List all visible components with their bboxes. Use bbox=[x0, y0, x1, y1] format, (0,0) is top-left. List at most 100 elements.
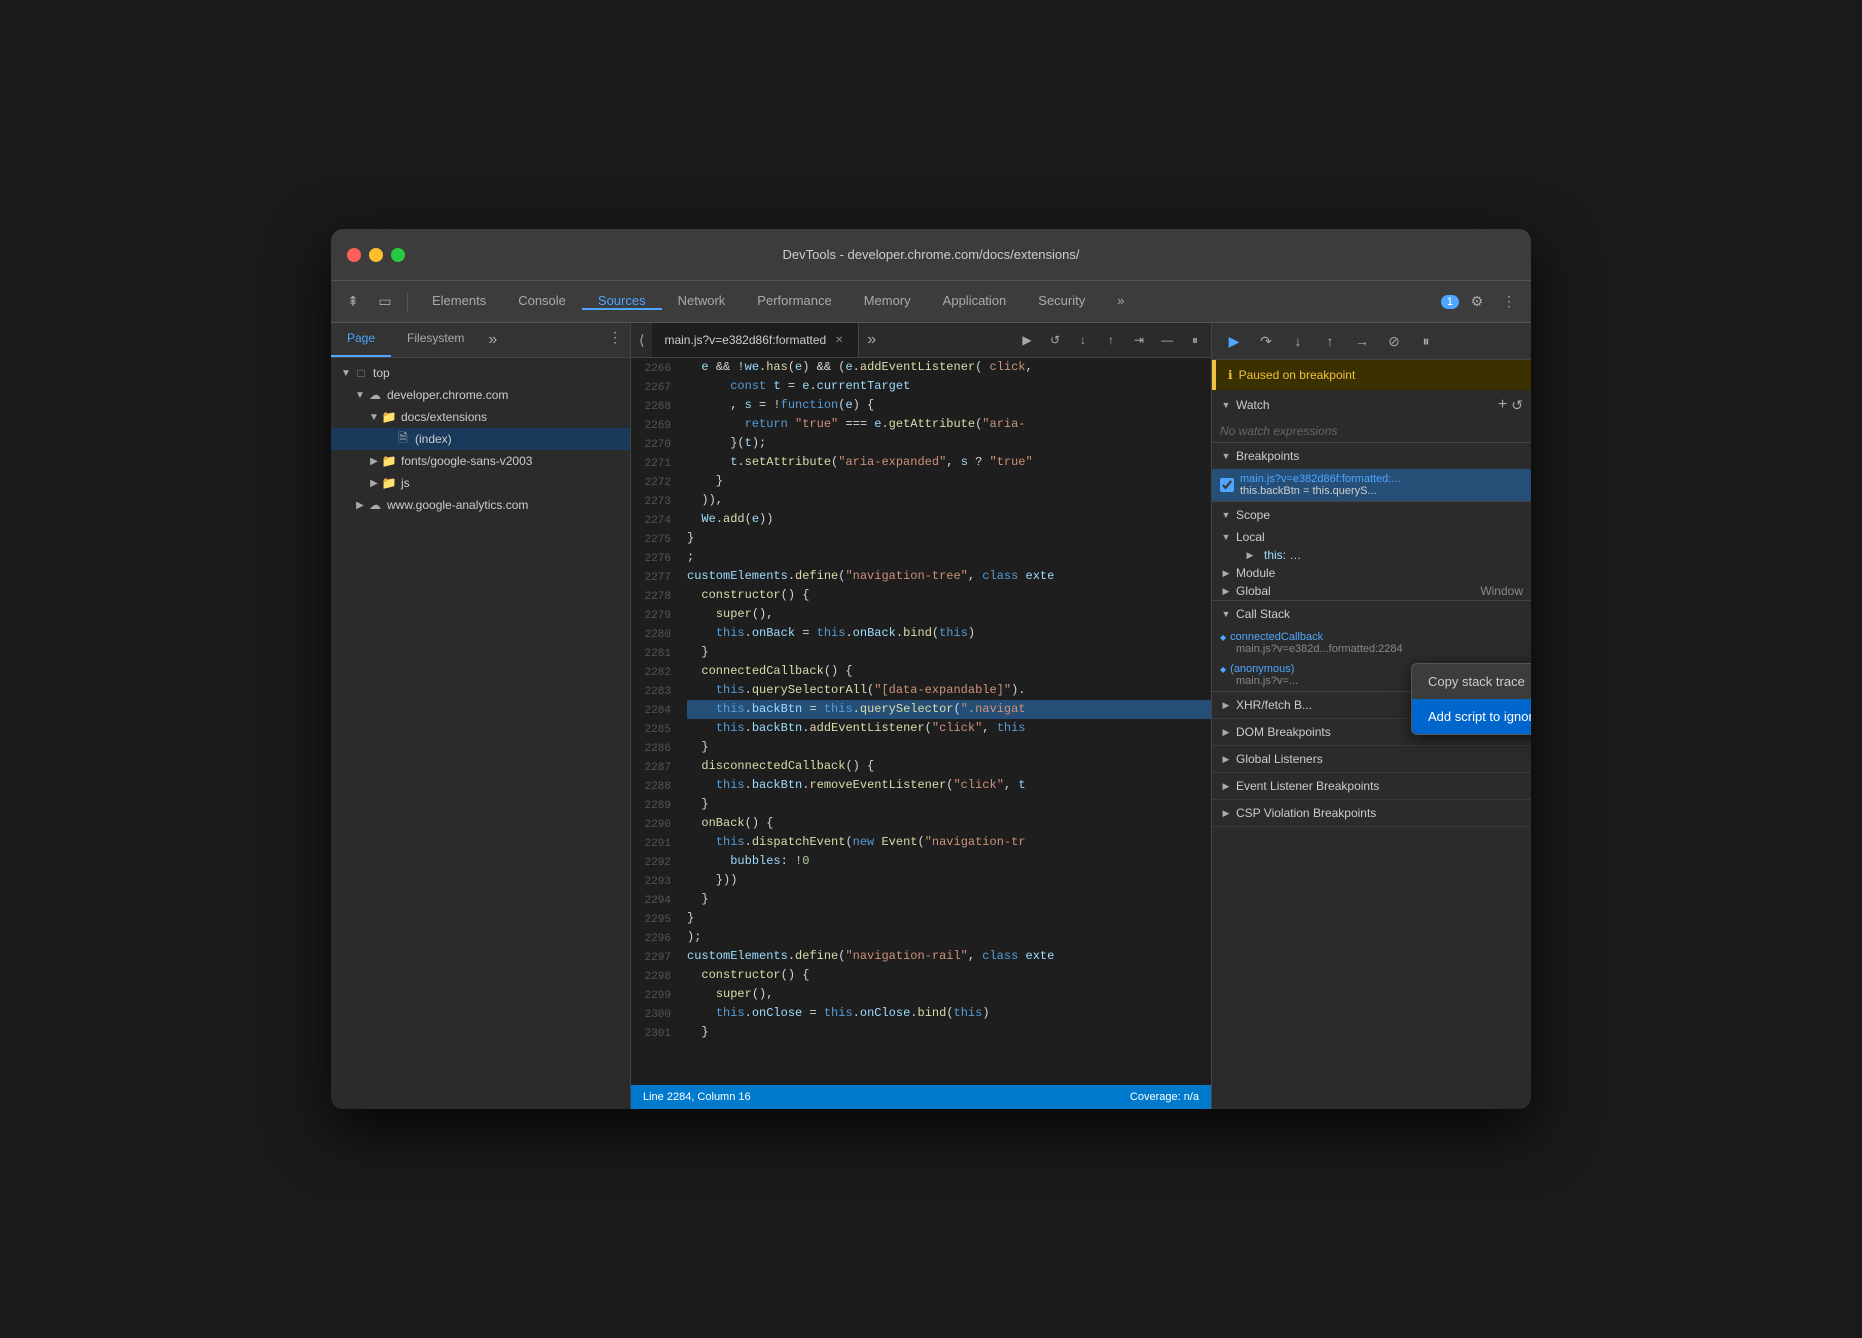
more-options-icon[interactable]: ⋮ bbox=[1495, 288, 1523, 316]
folder-icon: □ bbox=[353, 365, 369, 381]
step-out-icon[interactable]: ↓ bbox=[1071, 328, 1095, 352]
tree-label-analytics: www.google-analytics.com bbox=[387, 498, 528, 512]
tab-memory[interactable]: Memory bbox=[848, 293, 927, 310]
code-2283: this.querySelectorAll("[data-expandable]… bbox=[687, 681, 1211, 700]
deactivate-icon[interactable]: — bbox=[1155, 328, 1179, 352]
add-to-ignore-item[interactable]: Add script to ignore list bbox=[1412, 699, 1531, 734]
module-arrow: ▶ bbox=[1220, 567, 1232, 579]
event-listener-header[interactable]: ▶ Event Listener Breakpoints bbox=[1212, 773, 1531, 799]
code-2277: customElements.define("navigation-tree",… bbox=[687, 567, 1211, 586]
breakpoints-label: Breakpoints bbox=[1236, 449, 1299, 463]
tree-label-fonts: fonts/google-sans-v2003 bbox=[401, 454, 532, 468]
tab-elements[interactable]: Elements bbox=[416, 293, 502, 310]
editor-tabs: ⟨ main.js?v=e382d86f:formatted ✕ » ▶ ↺ ↓… bbox=[631, 323, 1211, 358]
code-2299: super(), bbox=[687, 985, 1211, 1004]
this-arrow: ▶ bbox=[1244, 549, 1256, 561]
close-button[interactable] bbox=[347, 248, 361, 262]
ln-2288: 2288 bbox=[639, 778, 671, 797]
breakpoints-section: ▼ Breakpoints main.js?v=e382d86f:formatt… bbox=[1212, 443, 1531, 502]
panel-tabs: Page Filesystem » ⋮ bbox=[331, 323, 630, 358]
editor-tab-main[interactable]: main.js?v=e382d86f:formatted ✕ bbox=[652, 323, 859, 357]
breakpoint-item-0[interactable]: main.js?v=e382d86f:formatted:... this.ba… bbox=[1212, 469, 1531, 501]
tree-arrow-fonts: ▶ bbox=[367, 454, 381, 468]
editor-collapse-icon[interactable]: ⟨ bbox=[631, 332, 652, 349]
pause-exceptions-btn[interactable]: ⏸ bbox=[1412, 327, 1440, 355]
tab-page[interactable]: Page bbox=[331, 323, 391, 357]
event-listener-arrow: ▶ bbox=[1220, 780, 1232, 792]
global-listeners-header[interactable]: ▶ Global Listeners bbox=[1212, 746, 1531, 772]
tree-item-top[interactable]: ▼ □ top bbox=[331, 362, 630, 384]
tab-console[interactable]: Console bbox=[502, 293, 582, 310]
tab-application[interactable]: Application bbox=[927, 293, 1023, 310]
breakpoints-arrow: ▼ bbox=[1220, 450, 1232, 462]
tab-performance[interactable]: Performance bbox=[741, 293, 847, 310]
step-into-btn[interactable]: ↓ bbox=[1284, 327, 1312, 355]
panel-menu-icon[interactable]: ⋮ bbox=[600, 323, 630, 357]
local-label: Local bbox=[1236, 530, 1265, 544]
editor-tab-close-icon[interactable]: ✕ bbox=[832, 333, 846, 347]
device-toolbar-icon[interactable]: ▭ bbox=[371, 288, 399, 316]
step-into-icon[interactable]: ▶ bbox=[1015, 328, 1039, 352]
watch-refresh-icon[interactable]: ↺ bbox=[1511, 397, 1523, 414]
scope-arrow: ▼ bbox=[1220, 509, 1232, 521]
scope-header[interactable]: ▼ Scope bbox=[1212, 502, 1531, 528]
ln-2287: 2287 bbox=[639, 759, 671, 778]
tree-item-docs[interactable]: ▼ 📁 docs/extensions bbox=[331, 406, 630, 428]
debug-toolbar: ▶ ↷ ↓ ↑ → ⊘ ⏸ bbox=[1212, 323, 1531, 360]
watch-add-icon[interactable]: + bbox=[1498, 396, 1507, 414]
cursor-position: Line 2284, Column 16 bbox=[643, 1091, 751, 1103]
step-over-btn[interactable]: ↷ bbox=[1252, 327, 1280, 355]
code-2268: , s = !function(e) { bbox=[687, 396, 1211, 415]
resume-btn[interactable]: ▶ bbox=[1220, 327, 1248, 355]
tab-sources[interactable]: Sources bbox=[582, 293, 662, 310]
copy-stack-trace-item[interactable]: Copy stack trace bbox=[1412, 664, 1531, 699]
tree-item-chrome[interactable]: ▼ ☁ developer.chrome.com bbox=[331, 384, 630, 406]
step-continue-icon[interactable]: ⇥ bbox=[1127, 328, 1151, 352]
tab-more[interactable]: » bbox=[1101, 293, 1140, 310]
watch-header[interactable]: ▼ Watch + ↺ bbox=[1212, 390, 1531, 420]
tree-item-js[interactable]: ▶ 📁 js bbox=[331, 472, 630, 494]
scope-module[interactable]: ▶ Module bbox=[1212, 564, 1531, 582]
settings-icon[interactable]: ⚙ bbox=[1463, 288, 1491, 316]
editor-panel: ⟨ main.js?v=e382d86f:formatted ✕ » ▶ ↺ ↓… bbox=[631, 323, 1211, 1109]
breakpoints-header[interactable]: ▼ Breakpoints bbox=[1212, 443, 1531, 469]
deactivate-breakpoints-btn[interactable]: ⊘ bbox=[1380, 327, 1408, 355]
scope-local[interactable]: ▼ Local bbox=[1212, 528, 1531, 546]
tab-more-icon[interactable]: » bbox=[480, 323, 505, 357]
scope-this[interactable]: ▶ this: … bbox=[1212, 546, 1531, 564]
step-over-icon[interactable]: ↺ bbox=[1043, 328, 1067, 352]
tree-item-fonts[interactable]: ▶ 📁 fonts/google-sans-v2003 bbox=[331, 450, 630, 472]
code-2272: } bbox=[687, 472, 1211, 491]
cloud-icon: ☁ bbox=[367, 387, 383, 403]
minimize-button[interactable] bbox=[369, 248, 383, 262]
maximize-button[interactable] bbox=[391, 248, 405, 262]
window-title: DevTools - developer.chrome.com/docs/ext… bbox=[783, 247, 1080, 262]
tab-filesystem[interactable]: Filesystem bbox=[391, 323, 480, 357]
call-stack-item-0[interactable]: connectedCallback main.js?v=e382d...form… bbox=[1212, 627, 1531, 659]
csp-header[interactable]: ▶ CSP Violation Breakpoints bbox=[1212, 800, 1531, 826]
scope-global[interactable]: ▶ Global Window bbox=[1212, 582, 1531, 600]
ln-2269: 2269 bbox=[639, 417, 671, 436]
code-2296: ); bbox=[687, 928, 1211, 947]
editor-tab-more[interactable]: » bbox=[859, 331, 884, 349]
devtools-window: DevTools - developer.chrome.com/docs/ext… bbox=[331, 229, 1531, 1109]
step-out-btn[interactable]: ↑ bbox=[1316, 327, 1344, 355]
call-stack-header[interactable]: ▼ Call Stack bbox=[1212, 601, 1531, 627]
tab-network[interactable]: Network bbox=[662, 293, 742, 310]
ln-2270: 2270 bbox=[639, 436, 671, 455]
pause-icon[interactable]: ⏸ bbox=[1183, 328, 1207, 352]
breakpoint-checkbox[interactable] bbox=[1220, 478, 1234, 492]
tab-security[interactable]: Security bbox=[1022, 293, 1101, 310]
step-up-icon[interactable]: ↑ bbox=[1099, 328, 1123, 352]
step-btn[interactable]: → bbox=[1348, 327, 1376, 355]
ln-2281: 2281 bbox=[639, 645, 671, 664]
code-2287: disconnectedCallback() { bbox=[687, 757, 1211, 776]
event-listener-section: ▶ Event Listener Breakpoints bbox=[1212, 773, 1531, 800]
tree-item-index[interactable]: ▷ 🗎 (index) bbox=[331, 428, 630, 450]
tree-item-analytics[interactable]: ▶ ☁ www.google-analytics.com bbox=[331, 494, 630, 516]
inspect-element-icon[interactable]: ⇞ bbox=[339, 288, 367, 316]
traffic-lights bbox=[347, 248, 405, 262]
dom-label: DOM Breakpoints bbox=[1236, 725, 1331, 739]
context-menu: Copy stack trace Add script to ignore li… bbox=[1411, 663, 1531, 735]
breakpoint-icon: ℹ bbox=[1228, 368, 1233, 382]
